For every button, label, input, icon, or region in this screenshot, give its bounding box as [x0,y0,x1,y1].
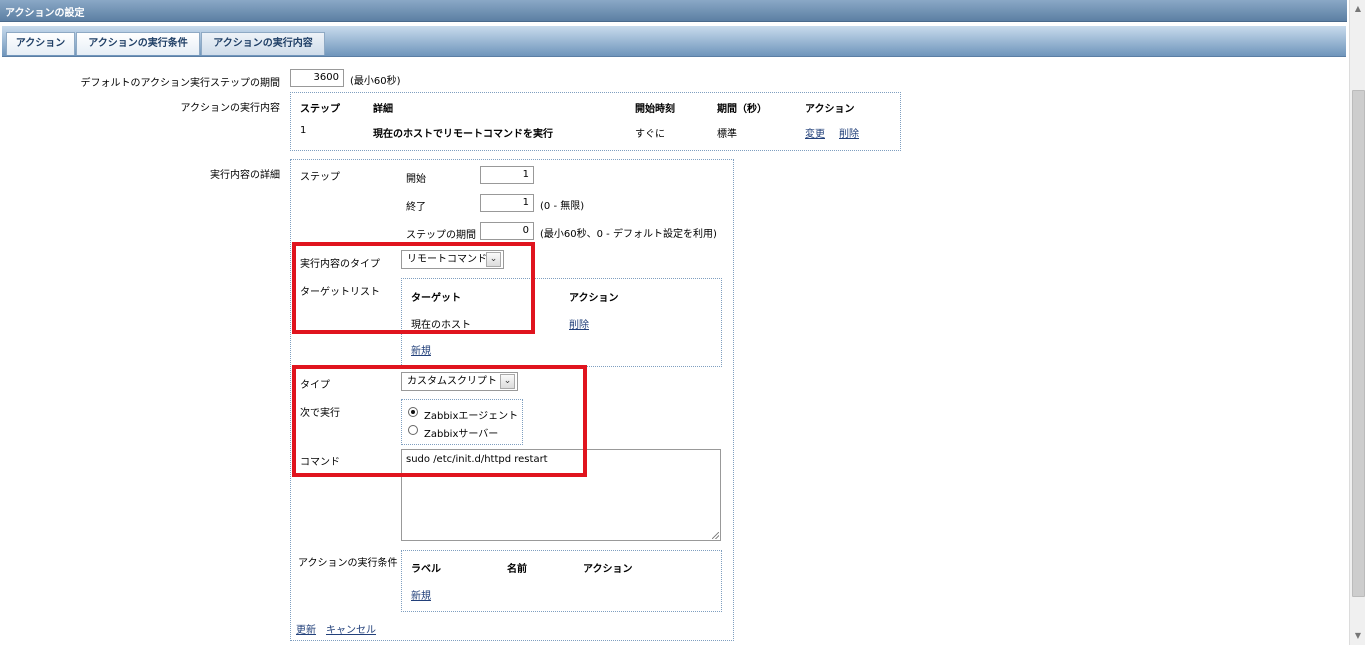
step-from-label: 開始 [406,174,426,185]
cancel-link[interactable]: キャンセル [326,621,376,636]
vertical-scrollbar[interactable]: ▲ ▼ [1349,0,1365,645]
step-label: ステップ [300,172,340,183]
window-title-bar: アクションの設定 [0,0,1347,22]
condition-header-label: ラベル [411,564,441,575]
tab-action[interactable]: アクション [6,32,75,55]
conditions-label: アクションの実行条件 [298,558,398,569]
tab-action-operations[interactable]: アクションの実行内容 [201,32,325,55]
operation-duration: 標準 [717,129,737,140]
step-duration-input[interactable]: 0 [480,222,534,240]
target-header-action: アクション [569,293,619,304]
step-to-input[interactable]: 1 [480,194,534,212]
operations-header-action: アクション [805,104,855,115]
operation-detail: 現在のホストでリモートコマンドを実行 [373,129,553,140]
target-delete-link[interactable]: 削除 [569,316,589,331]
operations-label: アクションの実行内容 [180,103,281,114]
scroll-up-icon[interactable]: ▲ [1350,1,1365,17]
condition-header-name: 名前 [507,564,527,575]
condition-new-link[interactable]: 新規 [411,587,431,602]
tab-action-conditions[interactable]: アクションの実行条件 [76,32,200,55]
update-link[interactable]: 更新 [296,621,316,636]
tab-strip: アクション アクションの実行条件 アクションの実行内容 [2,26,1346,57]
step-duration-hint: (最小60秒、0 - デフォルト設定を利用) [540,229,717,240]
resize-handle-icon[interactable] [712,532,719,539]
operations-header-duration: 期間（秒） [717,104,767,115]
operation-delete-link[interactable]: 削除 [839,125,859,140]
details-label: 実行内容の詳細 [210,170,280,181]
highlight-box-operation-type [292,242,535,334]
default-step-hint: (最小60秒) [350,76,401,87]
highlight-box-command [292,365,587,477]
operation-start: すぐに [635,129,665,140]
condition-header-action: アクション [583,564,633,575]
operation-edit-link[interactable]: 変更 [805,125,825,140]
target-new-link[interactable]: 新規 [411,342,431,357]
window-title: アクションの設定 [5,8,85,19]
conditions-table [401,550,722,612]
scroll-down-icon[interactable]: ▼ [1350,628,1365,644]
operations-header-start: 開始時刻 [635,104,675,115]
operations-header-step: ステップ [300,104,340,115]
step-to-hint: (0 - 無限) [540,201,585,212]
operations-header-detail: 詳細 [373,104,393,115]
operation-step: 1 [300,125,307,136]
default-step-input[interactable]: 3600 [290,69,344,87]
scrollbar-thumb[interactable] [1352,90,1365,597]
step-to-label: 終了 [406,202,426,213]
step-duration-label: ステップの期間 [406,230,476,241]
step-from-input[interactable]: 1 [480,166,534,184]
default-step-label: デフォルトのアクション実行ステップの期間 [80,78,281,89]
